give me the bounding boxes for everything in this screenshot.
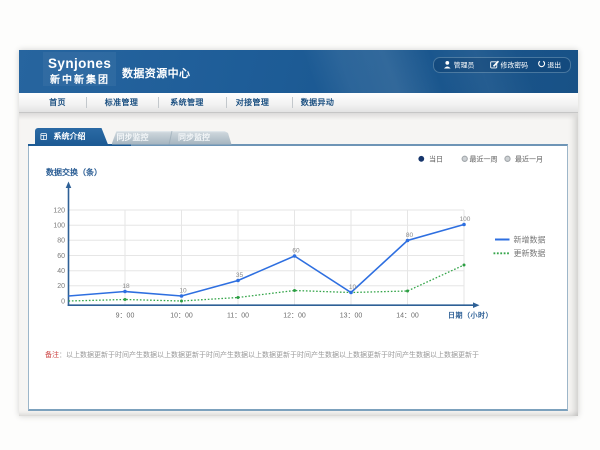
svg-text:管理员: 管理员: [454, 60, 475, 69]
svg-text:退出: 退出: [547, 60, 561, 69]
svg-text:修改密码: 修改密码: [501, 60, 529, 69]
